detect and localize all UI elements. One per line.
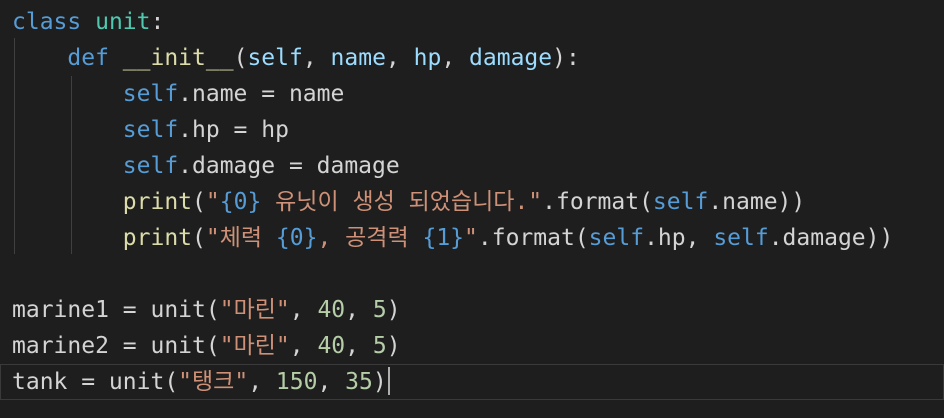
code-token-class_name: unit bbox=[95, 9, 151, 35]
code-token-default: , bbox=[345, 333, 373, 359]
code-token-keyword: self bbox=[122, 81, 179, 107]
code-token-default: , bbox=[302, 45, 331, 71]
code-line[interactable]: tank = unit("탱크", 150, 35) bbox=[0, 364, 944, 400]
code-token-default: ) bbox=[372, 369, 387, 395]
code-line[interactable]: print("{0} 유닛이 생성 되었습니다.".format(self.na… bbox=[0, 184, 944, 220]
code-token-parameter: damage bbox=[469, 45, 553, 71]
code-token-default: ( bbox=[192, 189, 206, 215]
code-token-number: 150 bbox=[275, 369, 318, 395]
code-token-default bbox=[81, 9, 95, 35]
code-line[interactable]: def __init__(self, name, hp, damage): bbox=[0, 40, 944, 76]
code-token-default: .damage = damage bbox=[178, 153, 400, 179]
code-token-function: print bbox=[122, 225, 193, 251]
code-token-default: , bbox=[345, 297, 373, 323]
code-token-default bbox=[12, 81, 123, 107]
code-token-function: print bbox=[122, 189, 193, 215]
code-token-keyword: self bbox=[122, 117, 179, 143]
code-token-keyword: self bbox=[122, 153, 179, 179]
code-token-default: .hp = hp bbox=[178, 117, 289, 143]
code-token-default bbox=[109, 45, 123, 71]
code-token-parameter: hp bbox=[413, 45, 442, 71]
code-token-string: " bbox=[205, 189, 220, 215]
code-token-default: ) bbox=[386, 333, 401, 359]
code-token-keyword: class bbox=[12, 9, 82, 35]
code-line[interactable] bbox=[0, 256, 944, 292]
code-token-keyword: {0} bbox=[219, 189, 262, 215]
code-token-default bbox=[12, 189, 123, 215]
code-line[interactable]: marine2 = unit("마린", 40, 5) bbox=[0, 328, 944, 364]
code-token-default: .name = name bbox=[178, 81, 345, 107]
code-line[interactable]: self.damage = damage bbox=[0, 148, 944, 184]
code-token-number: 5 bbox=[372, 297, 387, 323]
code-token-default: tank = unit( bbox=[12, 369, 179, 395]
code-token-default: ): bbox=[552, 45, 580, 71]
code-token-keyword: self bbox=[652, 189, 709, 215]
code-line[interactable]: self.name = name bbox=[0, 76, 944, 112]
code-token-default: ( bbox=[233, 45, 248, 71]
code-token-default: , bbox=[317, 369, 346, 395]
code-token-default: , bbox=[248, 369, 276, 395]
code-token-default bbox=[12, 45, 67, 71]
code-token-default bbox=[12, 153, 123, 179]
code-token-parameter: name bbox=[330, 45, 386, 71]
code-token-number: 5 bbox=[372, 333, 387, 359]
code-token-default: , bbox=[441, 45, 470, 71]
code-token-string: 유닛이 생성 되었습니다." bbox=[261, 189, 543, 215]
code-token-keyword: def bbox=[67, 45, 109, 71]
code-token-default bbox=[12, 117, 123, 143]
code-token-keyword: self bbox=[713, 225, 769, 251]
code-token-default: : bbox=[150, 9, 165, 35]
code-line[interactable]: self.hp = hp bbox=[0, 112, 944, 148]
code-token-default: , bbox=[385, 45, 414, 71]
code-token-default: marine2 = unit( bbox=[12, 333, 220, 359]
code-token-string: "체력 bbox=[205, 225, 276, 251]
code-token-default: .name)) bbox=[708, 189, 806, 215]
code-token-string: "마린" bbox=[219, 333, 290, 359]
code-token-default: .hp, bbox=[644, 225, 714, 251]
code-token-default: ( bbox=[192, 225, 206, 251]
code-token-default: marine1 = unit( bbox=[12, 297, 220, 323]
code-editor[interactable]: class unit: def __init__(self, name, hp,… bbox=[0, 0, 944, 418]
code-token-default: ) bbox=[386, 297, 401, 323]
code-token-string: "탱크" bbox=[178, 369, 249, 395]
text-cursor bbox=[387, 367, 390, 395]
code-token-function: __init__ bbox=[122, 45, 234, 71]
code-token-default: , bbox=[289, 297, 318, 323]
code-token-default bbox=[12, 225, 123, 251]
code-token-number: 35 bbox=[345, 369, 373, 395]
code-line[interactable]: print("체력 {0}, 공격력 {1}".format(self.hp, … bbox=[0, 220, 944, 256]
code-token-default: .format( bbox=[477, 225, 589, 251]
code-token-keyword: {1} bbox=[422, 225, 465, 251]
code-token-string: , 공격력 bbox=[317, 225, 423, 251]
code-token-string: " bbox=[464, 225, 478, 251]
code-token-default: .format( bbox=[542, 189, 653, 215]
code-token-default: , bbox=[289, 333, 318, 359]
code-line[interactable]: class unit: bbox=[0, 4, 944, 40]
code-token-number: 40 bbox=[317, 333, 346, 359]
code-line[interactable]: marine1 = unit("마린", 40, 5) bbox=[0, 292, 944, 328]
code-token-default: .damage)) bbox=[768, 225, 894, 251]
code-token-parameter: self bbox=[247, 45, 303, 71]
code-token-keyword: self bbox=[588, 225, 645, 251]
code-token-number: 40 bbox=[317, 297, 346, 323]
code-token-string: "마린" bbox=[219, 297, 290, 323]
code-token-keyword: {0} bbox=[275, 225, 318, 251]
